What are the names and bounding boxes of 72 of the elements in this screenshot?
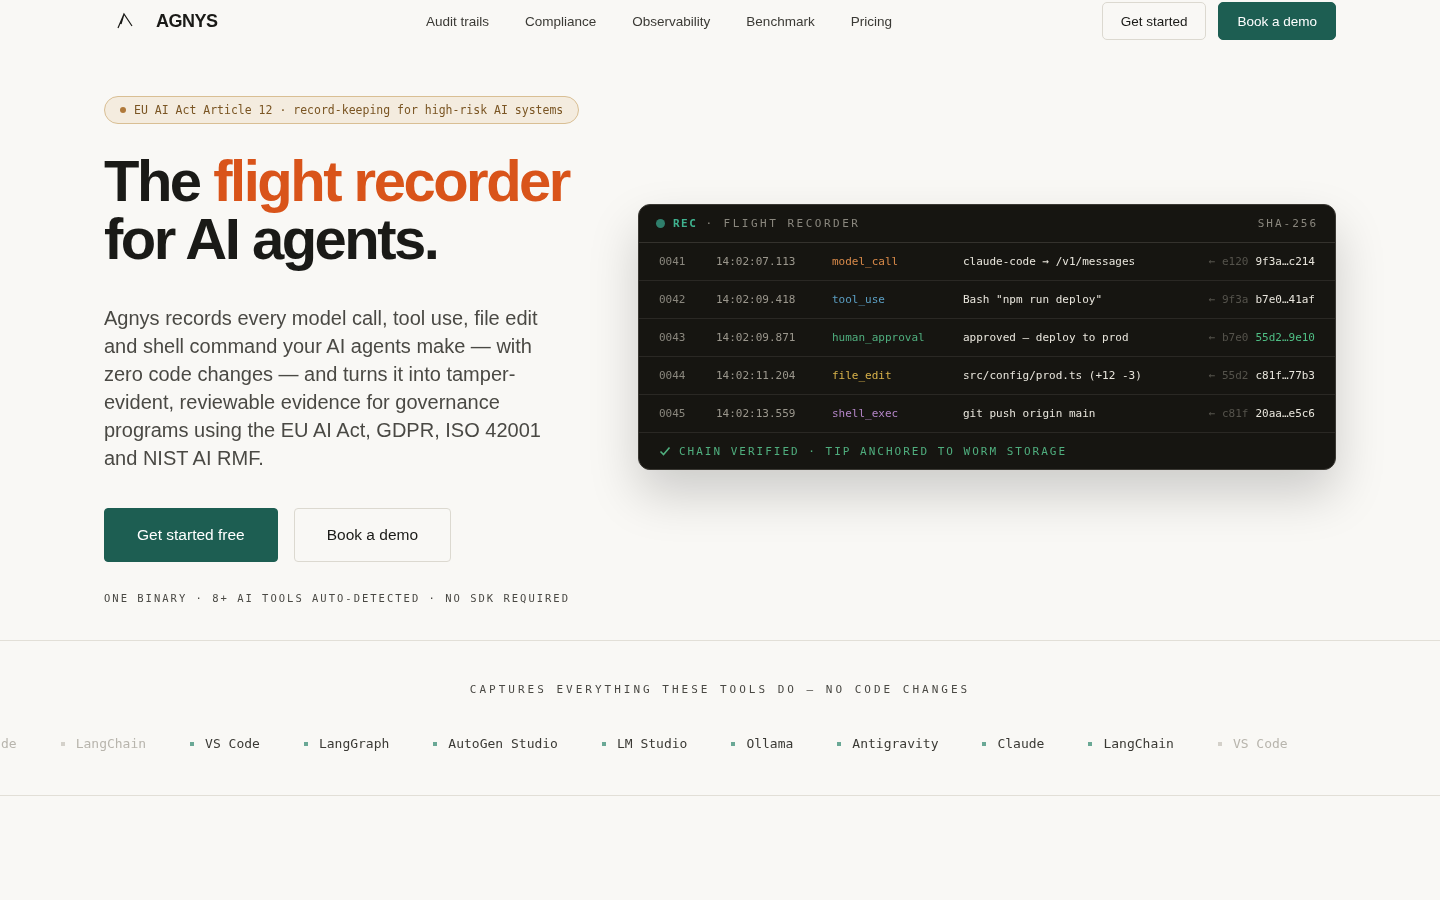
event-hash: c81f…77b3 — [1255, 369, 1315, 382]
bullet-icon — [837, 741, 842, 746]
previous-hash: ← 55d2 — [1208, 369, 1249, 382]
previous-hash: ← 9f3a — [1208, 293, 1249, 306]
panel-title: · FLIGHT RECORDER — [705, 217, 862, 230]
tool-name: LM Studio — [616, 736, 688, 751]
tool-name: Ollama — [746, 736, 794, 751]
verification-status: CHAIN VERIFIED · TIP ANCHORED TO WORM STORAGE — [679, 444, 1067, 458]
previous-hash: ← e120 — [1208, 255, 1249, 268]
tool-name: de — [1, 736, 17, 751]
event-detail: Bash "npm run deploy" — [963, 293, 1104, 306]
nav-link[interactable]: Pricing — [850, 13, 892, 29]
bullet-icon — [60, 741, 65, 746]
get-started-button[interactable]: Get started — [1101, 2, 1207, 40]
sequence-number: 0044 — [659, 369, 687, 382]
event-detail: claude-code → /v1/messages — [963, 255, 1137, 268]
nav-link[interactable]: Observability — [632, 13, 711, 29]
brand-name[interactable]: AGNYS — [156, 10, 218, 32]
bullet-icon — [190, 741, 195, 746]
hero-description: Agnys records every model call, tool use, file edit and shell command your AI agents make — with zero code changes — and turns it into tamper-evident, reviewable evidence for governance programs using the EU AI Act, GDPR, ISO 42001 and NIST AI RMF. — [104, 306, 542, 471]
event-type: shell_exec — [832, 407, 900, 420]
event-detail: approved — deploy to prod — [963, 331, 1130, 344]
timestamp: 14:02:09.871 — [716, 331, 797, 344]
recording-dot — [656, 219, 665, 228]
tool-name: LangChain — [1103, 736, 1174, 751]
tool-name: LangGraph — [318, 736, 390, 751]
nav-link[interactable]: Audit trails — [426, 13, 490, 29]
regulation-badge: EU AI Act Article 12 · record-keeping for high-risk AI systems — [104, 96, 580, 124]
event-hash: b7e0…41af — [1255, 293, 1315, 306]
tool-name: VS Code — [1232, 736, 1288, 751]
event-type: model_call — [832, 255, 900, 268]
book-demo-button[interactable]: Book a demo — [1218, 2, 1336, 40]
logo-icon — [116, 12, 134, 30]
event-type: human_approval — [832, 331, 926, 344]
nav-link[interactable]: Benchmark — [746, 13, 815, 29]
bullet-icon — [433, 741, 438, 746]
nav-link[interactable]: Compliance — [525, 13, 597, 29]
event-type: tool_use — [832, 293, 886, 306]
bullet-icon — [731, 741, 736, 746]
rec-label: REC — [673, 217, 698, 230]
timestamp: 14:02:11.204 — [716, 369, 797, 382]
tool-name: Antigravity — [852, 736, 939, 751]
bullet-icon — [982, 741, 987, 746]
event-type: file_edit — [832, 369, 893, 382]
bullet-icon — [1217, 741, 1222, 746]
previous-hash: ← c81f — [1208, 407, 1249, 420]
tool-name: VS Code — [205, 736, 260, 751]
tools-heading: CAPTURES EVERYTHING THESE TOOLS DO — NO CODE CHANGES — [468, 683, 972, 696]
hash-algorithm: SHA-256 — [1257, 217, 1318, 230]
tool-name: Claude — [997, 736, 1045, 751]
sequence-number: 0043 — [659, 331, 687, 344]
previous-hash: ← b7e0 — [1208, 331, 1249, 344]
sequence-number: 0045 — [659, 407, 687, 420]
timestamp: 14:02:07.113 — [716, 255, 797, 268]
event-hash: 9f3a…c214 — [1255, 255, 1315, 268]
event-hash: 55d2…9e10 — [1255, 331, 1315, 344]
bullet-icon — [601, 741, 606, 746]
tool-name: AutoGen Studio — [448, 736, 558, 751]
event-hash: 20aa…e5c6 — [1255, 407, 1315, 420]
sequence-number: 0042 — [659, 293, 687, 306]
check-icon — [659, 445, 671, 457]
sequence-number: 0041 — [659, 255, 687, 268]
event-detail: src/config/prod.ts (+12 -3) — [963, 369, 1143, 382]
event-detail: git push origin main — [963, 407, 1097, 420]
tool-name: LangChain — [75, 736, 147, 751]
feature-summary: ONE BINARY · 8+ AI TOOLS AUTO-DETECTED · NO SDK REQUIRED — [104, 592, 571, 604]
bullet-icon — [1088, 741, 1093, 746]
bullet-icon — [303, 741, 308, 746]
get-started-button[interactable]: Get started free — [104, 508, 278, 562]
book-demo-button[interactable]: Book a demo — [293, 508, 452, 562]
timestamp: 14:02:13.559 — [716, 407, 797, 420]
timestamp: 14:02:09.418 — [716, 293, 797, 306]
